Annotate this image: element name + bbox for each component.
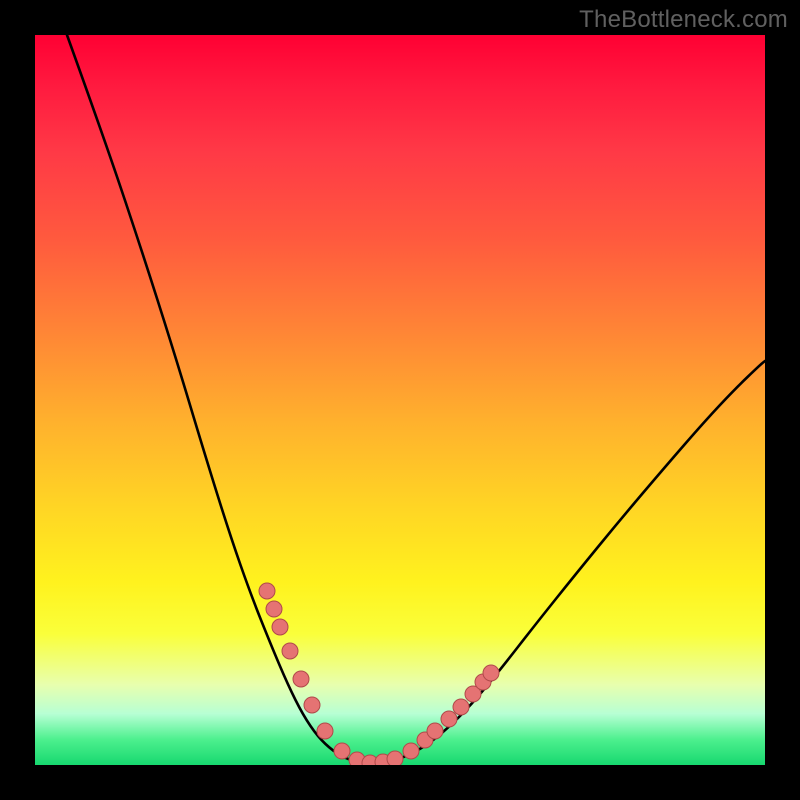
- data-dot: [427, 723, 443, 739]
- data-dot: [387, 751, 403, 765]
- chart-frame: TheBottleneck.com: [0, 0, 800, 800]
- data-dot: [259, 583, 275, 599]
- data-dots: [259, 583, 499, 765]
- data-dot: [304, 697, 320, 713]
- data-dot: [403, 743, 419, 759]
- data-dot: [441, 711, 457, 727]
- data-dot: [483, 665, 499, 681]
- bottleneck-curve: [67, 35, 765, 764]
- data-dot: [334, 743, 350, 759]
- plot-area: [35, 35, 765, 765]
- watermark-text: TheBottleneck.com: [579, 6, 788, 34]
- data-dot: [272, 619, 288, 635]
- data-dot: [266, 601, 282, 617]
- data-dot: [282, 643, 298, 659]
- chart-svg: [35, 35, 765, 765]
- data-dot: [317, 723, 333, 739]
- data-dot: [453, 699, 469, 715]
- data-dot: [293, 671, 309, 687]
